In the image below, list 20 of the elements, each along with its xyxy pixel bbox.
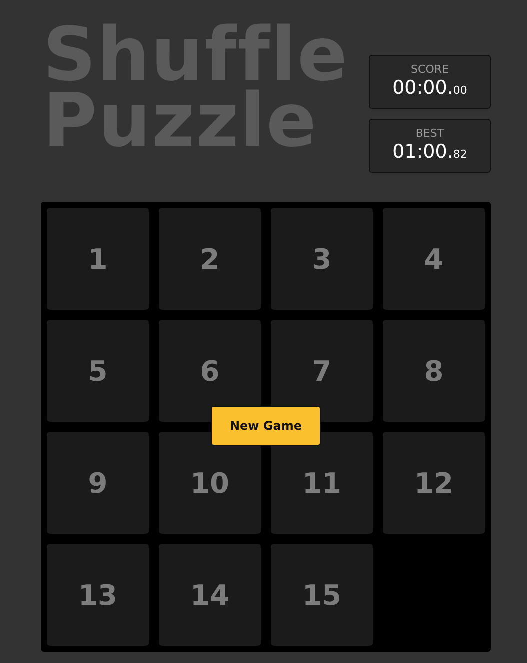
puzzle-tile[interactable]: 15 <box>271 544 373 646</box>
puzzle-tile[interactable]: 6 <box>159 320 261 422</box>
stat-label: SCORE <box>411 63 449 76</box>
puzzle-tile[interactable]: 14 <box>159 544 261 646</box>
puzzle-tile[interactable]: 3 <box>271 208 373 310</box>
puzzle-tile[interactable]: 5 <box>47 320 149 422</box>
puzzle-tile[interactable]: 10 <box>159 432 261 534</box>
stat-value: 01:00.82 <box>392 142 468 165</box>
puzzle-tile[interactable]: 9 <box>47 432 149 534</box>
puzzle-tile[interactable]: 7 <box>271 320 373 422</box>
puzzle-tile[interactable]: 2 <box>159 208 261 310</box>
stat-label: BEST <box>416 127 444 140</box>
puzzle-tile[interactable]: 12 <box>383 432 485 534</box>
stat-value: 00:00.00 <box>392 78 468 101</box>
puzzle-tile[interactable]: 4 <box>383 208 485 310</box>
puzzle-tile[interactable]: 1 <box>47 208 149 310</box>
puzzle-tile[interactable]: 8 <box>383 320 485 422</box>
puzzle-tile[interactable]: 13 <box>47 544 149 646</box>
puzzle-tile[interactable]: 11 <box>271 432 373 534</box>
new-game-button[interactable]: New Game <box>211 406 321 446</box>
